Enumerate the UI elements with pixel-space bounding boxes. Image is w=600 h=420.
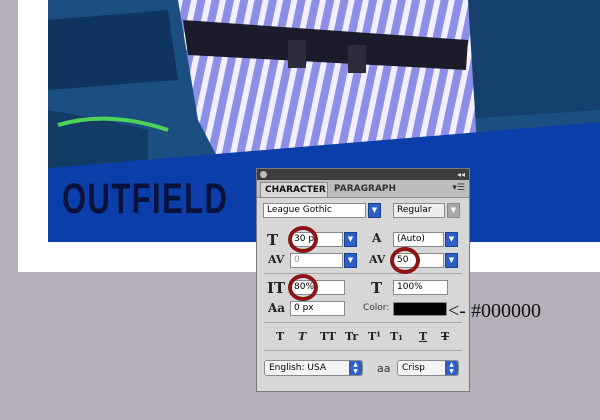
small-caps-button[interactable]: Tr — [345, 330, 358, 343]
kerning-icon: AV — [268, 253, 285, 266]
faux-bold-button[interactable]: T — [276, 330, 284, 343]
tab-character[interactable]: CHARACTER — [260, 182, 328, 197]
panel-titlebar[interactable]: ◂◂ — [257, 169, 469, 180]
font-style-dropdown: ▼ — [447, 203, 460, 218]
font-family-dropdown[interactable]: ▼ — [368, 203, 381, 218]
poster-headline: OUTFIELD — [62, 175, 229, 223]
kerning-dropdown[interactable]: ▼ — [344, 253, 357, 268]
tab-paragraph[interactable]: PARAGRAPH — [330, 182, 396, 197]
close-icon[interactable] — [260, 171, 267, 178]
antialias-value: Crisp — [402, 363, 425, 373]
baseline-shift-field[interactable]: 0 px — [290, 301, 345, 316]
language-select[interactable]: English: USA ▲ ▼ — [264, 360, 363, 376]
highlight-ring-vertical-scale — [288, 274, 318, 301]
vertical-scale-icon: IT — [267, 279, 286, 297]
horizontal-scale-field[interactable]: 100% — [393, 280, 448, 295]
panel-tabs: CHARACTER PARAGRAPH ▾☰ — [257, 180, 469, 198]
font-style-field[interactable]: Regular — [393, 203, 445, 218]
antialias-select[interactable]: Crisp ▲ ▼ — [397, 360, 459, 376]
divider — [264, 273, 462, 274]
divider — [264, 322, 462, 323]
antialias-icon: aa — [377, 362, 391, 375]
color-annotation: <- #000000 — [448, 300, 541, 322]
subscript-button[interactable]: T₁ — [390, 330, 403, 343]
leading-icon: A — [372, 231, 382, 245]
font-family-field[interactable]: League Gothic — [263, 203, 366, 218]
font-size-icon: T — [267, 231, 279, 249]
leading-field[interactable]: (Auto) — [393, 232, 444, 247]
faux-italic-button[interactable]: T — [298, 330, 306, 343]
select-arrows-icon: ▲ ▼ — [445, 361, 458, 375]
color-label: Color: — [363, 303, 390, 313]
select-arrows-icon: ▲ ▼ — [349, 361, 362, 375]
leading-dropdown[interactable]: ▼ — [445, 232, 458, 247]
underline-button[interactable]: T — [419, 330, 427, 343]
tracking-dropdown[interactable]: ▼ — [445, 253, 458, 268]
strikethrough-button[interactable]: T — [441, 330, 449, 343]
panel-menu-icon[interactable]: ▾☰ — [452, 183, 465, 193]
language-value: English: USA — [269, 363, 327, 373]
divider — [264, 350, 462, 351]
tracking-icon: AV — [369, 253, 386, 266]
font-size-dropdown[interactable]: ▼ — [344, 232, 357, 247]
color-swatch[interactable] — [393, 302, 447, 316]
kerning-field[interactable]: 0 — [290, 253, 343, 268]
superscript-button[interactable]: T¹ — [368, 330, 381, 343]
highlight-ring-tracking — [390, 247, 420, 274]
baseline-shift-icon: Aa — [268, 301, 286, 315]
highlight-ring-font-size — [288, 226, 318, 253]
horizontal-scale-icon: T — [371, 279, 383, 297]
all-caps-button[interactable]: TT — [320, 330, 336, 343]
collapse-icon[interactable]: ◂◂ — [457, 169, 465, 180]
